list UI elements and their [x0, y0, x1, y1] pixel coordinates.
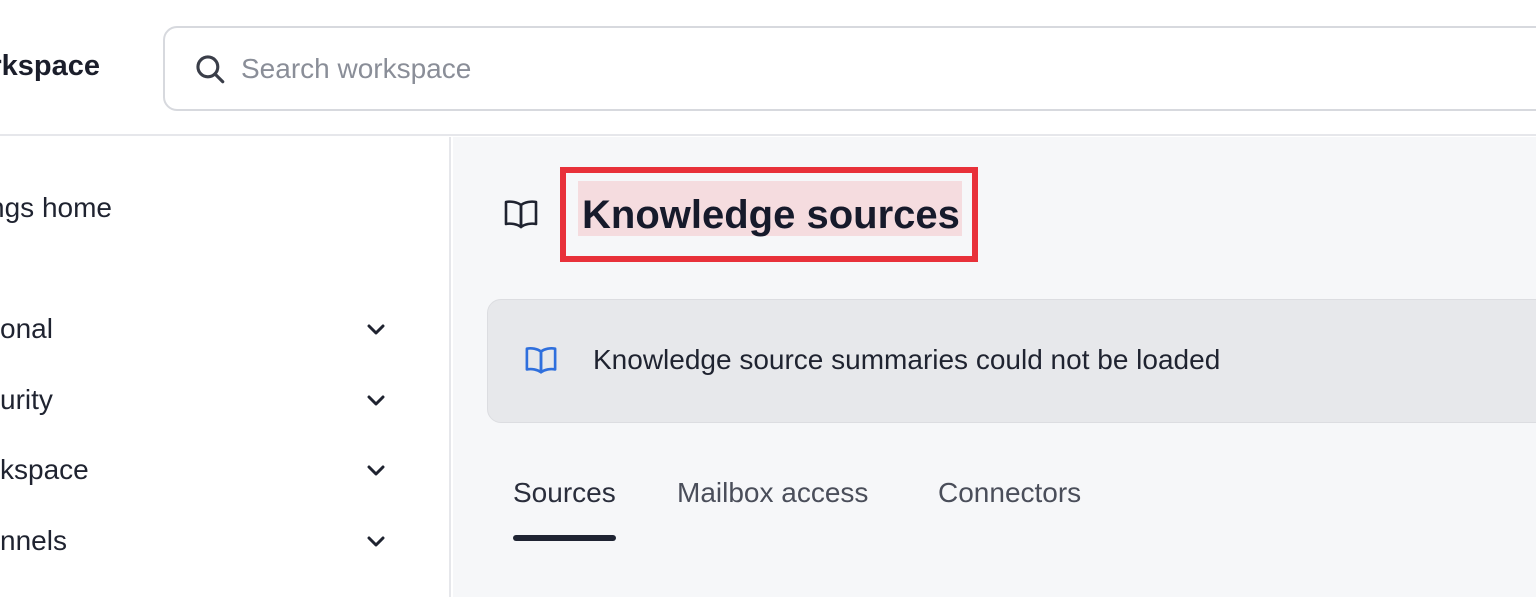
book-open-icon — [504, 200, 538, 229]
chevron-down-icon[interactable] — [364, 388, 388, 412]
sidebar-group-label: urity — [0, 384, 53, 415]
page-title: Knowledge sources — [582, 193, 960, 237]
tab-sources[interactable]: Sources — [513, 477, 616, 545]
workspace-name[interactable]: Workspace — [0, 50, 100, 83]
tab-label: Mailbox access — [677, 477, 869, 508]
tab-label: Connectors — [938, 477, 1082, 508]
tab-mailbox-access[interactable]: Mailbox access — [677, 477, 868, 545]
sidebar-group-label: nnels — [0, 525, 67, 556]
search-input[interactable] — [241, 42, 1041, 96]
sidebar-group-channels[interactable]: nnels — [0, 521, 400, 561]
search-box[interactable] — [163, 26, 1536, 111]
sidebar-group-security[interactable]: urity — [0, 380, 400, 420]
book-open-icon — [525, 347, 557, 374]
sidebar-group-label: onal — [0, 313, 53, 344]
sidebar-item-settings-home[interactable]: Settings home — [0, 192, 112, 228]
main-content: Knowledge sources Knowledge source summa… — [453, 137, 1536, 597]
alert-message: Knowledge source summaries could not be … — [593, 344, 1221, 375]
search-icon — [196, 55, 225, 84]
chevron-down-icon[interactable] — [364, 317, 388, 341]
tab-label: Sources — [513, 477, 616, 508]
active-tab-indicator — [513, 535, 616, 541]
sidebar-item-label: Settings home — [0, 192, 112, 223]
sidebar-group-workspace[interactable]: kspace — [0, 450, 400, 490]
chevron-down-icon[interactable] — [364, 529, 388, 553]
sidebar: Settings home onal urity kspace nnels — [0, 137, 451, 597]
page-header: Knowledge sources — [453, 137, 1536, 267]
title-highlight-box: Knowledge sources — [560, 167, 978, 262]
tab-connectors[interactable]: Connectors — [938, 477, 1081, 545]
top-bar: Workspace — [0, 0, 1536, 136]
error-alert: Knowledge source summaries could not be … — [487, 299, 1536, 423]
tab-bar: Sources Mailbox access Connectors — [513, 477, 1313, 557]
sidebar-group-personal[interactable]: onal — [0, 309, 400, 349]
sidebar-group-label: kspace — [0, 454, 89, 485]
chevron-down-icon[interactable] — [364, 458, 388, 482]
